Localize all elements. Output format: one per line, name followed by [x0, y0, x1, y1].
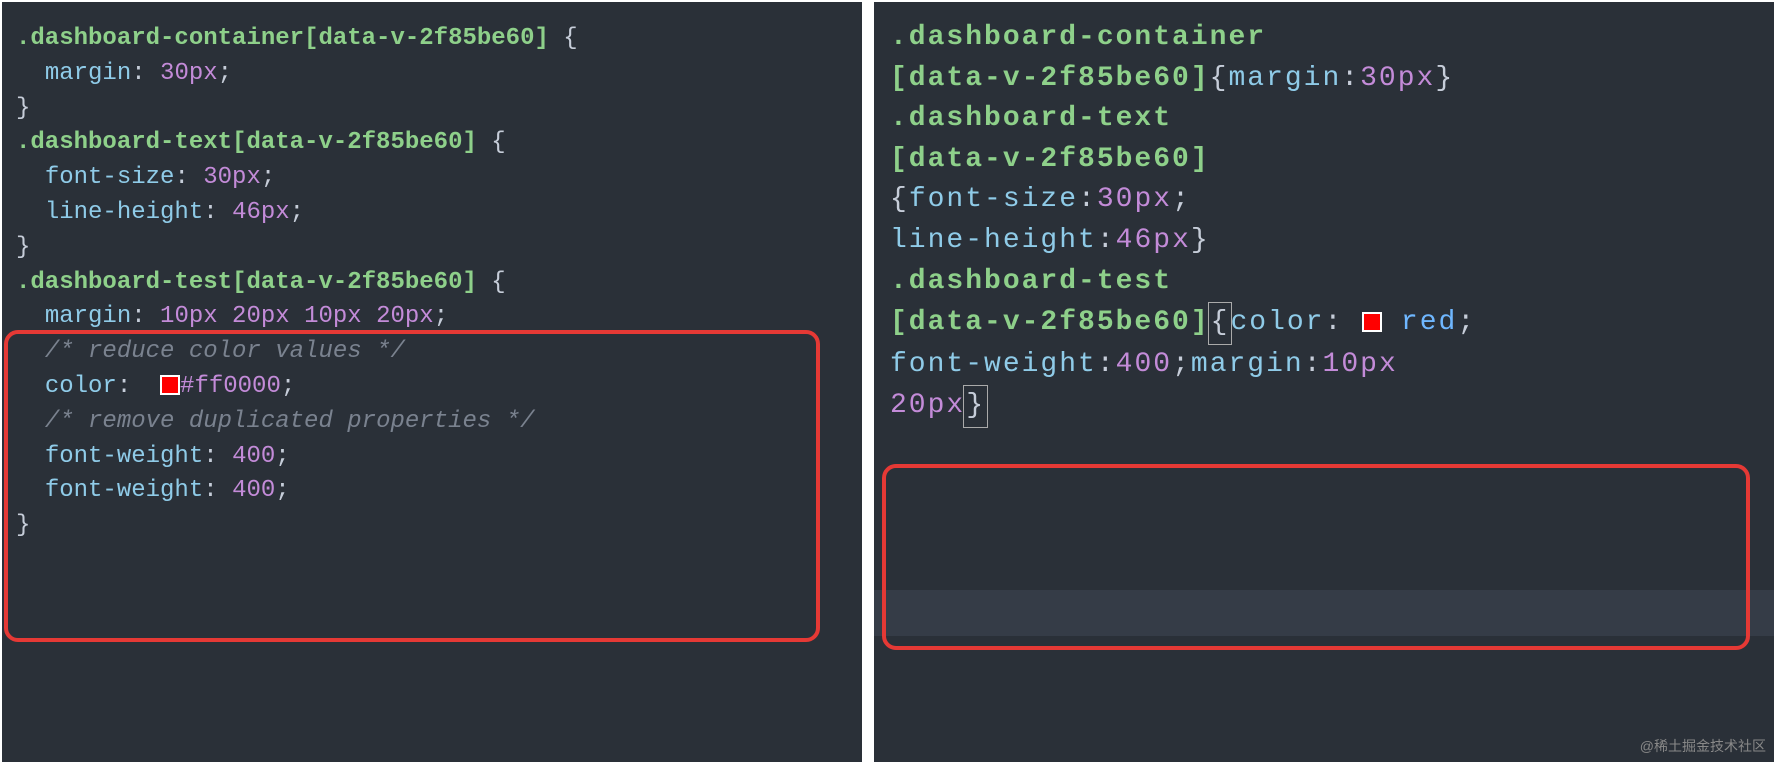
css-selector: .dashboard-container[data-v-2f85be60]	[16, 25, 549, 52]
css-value: 46px	[232, 199, 290, 226]
css-value: 400	[232, 477, 275, 504]
css-attr-selector: [data-v-2f85be60]	[890, 307, 1210, 338]
css-property: font-weight	[45, 477, 203, 504]
code-line[interactable]: .dashboard-text	[890, 99, 1758, 140]
css-value: 30px	[1097, 184, 1172, 215]
css-comment: /* reduce color values */	[45, 338, 405, 365]
comparison-wrap: .dashboard-container[data-v-2f85be60] { …	[0, 0, 1778, 764]
css-attr-selector: [data-v-2f85be60]	[890, 63, 1210, 94]
css-property: margin	[45, 60, 131, 87]
color-swatch-icon	[1362, 312, 1382, 332]
css-value: 10px	[1323, 349, 1398, 380]
code-line[interactable]: .dashboard-container	[890, 18, 1758, 59]
code-line[interactable]: .dashboard-test[data-v-2f85be60] {	[16, 266, 848, 301]
brace-open: {	[549, 25, 578, 52]
code-line[interactable]: margin: 10px 20px 10px 20px;	[16, 300, 848, 335]
css-selector: .dashboard-text[data-v-2f85be60]	[16, 129, 477, 156]
code-line[interactable]: font-weight: 400;	[16, 474, 848, 509]
code-pane-left[interactable]: .dashboard-container[data-v-2f85be60] { …	[2, 2, 862, 762]
css-selector: .dashboard-text	[890, 103, 1172, 134]
code-line[interactable]: font-size: 30px;	[16, 161, 848, 196]
code-line[interactable]: .dashboard-test	[890, 262, 1758, 303]
code-line[interactable]: .dashboard-container[data-v-2f85be60] {	[16, 22, 848, 57]
css-value: 30px	[203, 164, 261, 191]
code-line[interactable]: font-weight: 400;	[16, 440, 848, 475]
code-line[interactable]: line-height: 46px;	[16, 196, 848, 231]
css-value: red	[1401, 307, 1457, 338]
css-property: font-size	[909, 184, 1078, 215]
css-property: color	[1230, 307, 1324, 338]
css-selector: .dashboard-test[data-v-2f85be60]	[16, 269, 477, 296]
css-selector: .dashboard-test	[890, 266, 1172, 297]
css-value: 10px 20px 10px 20px	[160, 303, 434, 330]
css-attr-selector: [data-v-2f85be60]	[890, 144, 1210, 175]
css-value: 46px	[1116, 225, 1191, 256]
css-property: margin	[1228, 63, 1341, 94]
css-value: 30px	[160, 60, 218, 87]
css-value: #ff0000	[180, 373, 281, 400]
code-line[interactable]: color: #ff0000;	[16, 370, 848, 405]
code-line[interactable]: }	[16, 92, 848, 127]
css-property: line-height	[890, 225, 1097, 256]
css-property: font-weight	[45, 443, 203, 470]
css-comment: /* remove duplicated properties */	[45, 408, 535, 435]
code-line[interactable]: {font-size:30px;	[890, 180, 1758, 221]
css-value: 20px	[890, 390, 965, 421]
code-line[interactable]: }	[16, 231, 848, 266]
code-line[interactable]: [data-v-2f85be60]	[890, 140, 1758, 181]
code-line[interactable]: /* remove duplicated properties */	[16, 405, 848, 440]
matched-brace-icon: }	[963, 385, 988, 428]
code-line[interactable]: /* reduce color values */	[16, 335, 848, 370]
code-line[interactable]: line-height:46px}	[890, 221, 1758, 262]
code-pane-right[interactable]: .dashboard-container [data-v-2f85be60]{m…	[874, 2, 1774, 762]
code-line[interactable]: }	[16, 509, 848, 544]
color-swatch-icon	[160, 375, 180, 395]
code-line[interactable]: font-weight:400;margin:10px	[890, 345, 1758, 386]
css-property: font-size	[45, 164, 175, 191]
matched-brace-icon: {	[1208, 302, 1233, 345]
code-line[interactable]: .dashboard-text[data-v-2f85be60] {	[16, 126, 848, 161]
watermark-text: @稀土掘金技术社区	[1640, 736, 1766, 756]
brace-close: }	[16, 95, 30, 122]
css-property: line-height	[45, 199, 203, 226]
css-property: margin	[1191, 349, 1304, 380]
css-value: 400	[1116, 349, 1172, 380]
code-line[interactable]: [data-v-2f85be60]{color: red;	[890, 302, 1758, 345]
css-value: 30px	[1360, 63, 1435, 94]
code-line[interactable]: margin: 30px;	[16, 57, 848, 92]
css-selector: .dashboard-container	[890, 22, 1266, 53]
css-property: font-weight	[890, 349, 1097, 380]
highlight-box-right	[882, 464, 1750, 650]
code-line[interactable]: [data-v-2f85be60]{margin:30px}	[890, 59, 1758, 100]
css-property: color	[45, 373, 117, 400]
line-highlight	[874, 590, 1774, 636]
code-line[interactable]: 20px}	[890, 385, 1758, 428]
css-value: 400	[232, 443, 275, 470]
css-property: margin	[45, 303, 131, 330]
